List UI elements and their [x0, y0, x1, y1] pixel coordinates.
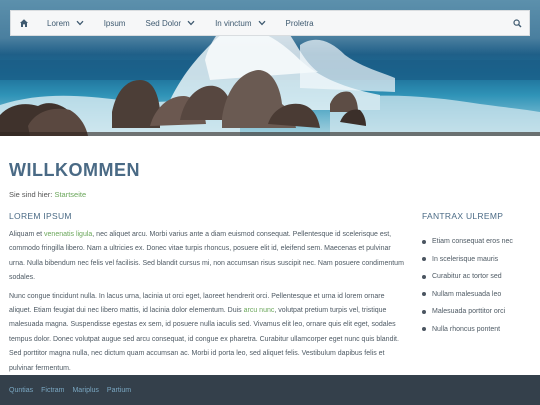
- paragraph-text: , volutpat pretium turpis vel, tristique…: [9, 307, 399, 372]
- nav-item-proletra[interactable]: Proletra: [276, 11, 324, 35]
- search-icon: [512, 18, 521, 27]
- bullet-icon: [422, 309, 426, 314]
- chevron-down-icon: [187, 20, 195, 26]
- nav-item-in-vinctum[interactable]: In vinctum: [205, 11, 275, 35]
- footer-link[interactable]: Mariplus: [72, 387, 98, 394]
- top-navigation: Lorem Ipsum Sed Dolor In vinctum Proletr…: [10, 10, 530, 36]
- paragraph-1: Aliquam et venenatis ligula, nec aliquet…: [9, 228, 404, 286]
- sidebar-list-item[interactable]: Malesuada porttitor orci: [422, 303, 537, 321]
- nav-item-lorem[interactable]: Lorem: [37, 11, 94, 35]
- nav-item-label: Lorem: [47, 18, 70, 28]
- breadcrumb-link-home[interactable]: Startseite: [54, 190, 86, 199]
- bullet-icon: [422, 257, 426, 262]
- footer-link[interactable]: Fictram: [41, 387, 64, 394]
- list-item-label: Malesuada porttitor orci: [432, 308, 506, 316]
- nav-item-label: Proletra: [285, 18, 314, 28]
- nav-item-sed-dolor[interactable]: Sed Dolor: [135, 11, 205, 35]
- sidebar-list-item[interactable]: Nullam malesuada leo: [422, 286, 537, 304]
- breadcrumb: Sie sind hier: Startseite: [9, 190, 86, 199]
- bullet-icon: [422, 327, 426, 332]
- search-button[interactable]: [505, 11, 529, 35]
- inline-link[interactable]: arcu nunc: [244, 307, 275, 314]
- sidebar-list-item[interactable]: Nulla rhoncus pontent: [422, 321, 537, 339]
- footer-link[interactable]: Quntias: [9, 387, 33, 394]
- paragraph-text: Aliquam et: [9, 231, 45, 238]
- nav-item-label: Ipsum: [103, 18, 126, 28]
- list-item-label: Etiam consequat eros nec: [432, 238, 513, 246]
- main-content: LOREM IPSUM Aliquam et venenatis ligula,…: [9, 211, 404, 380]
- nav-item-ipsum[interactable]: Ipsum: [94, 11, 136, 35]
- chevron-down-icon: [76, 20, 84, 26]
- sidebar: FANTRAX ULREMP Etiam consequat eros nec …: [422, 211, 537, 338]
- bullet-icon: [422, 292, 426, 297]
- inline-link[interactable]: venenatis ligula: [44, 231, 92, 238]
- footer: Quntias Fictram Mariplus Partium: [0, 375, 540, 405]
- home-icon: [20, 19, 28, 27]
- sidebar-list-item[interactable]: Etiam consequat eros nec: [422, 233, 537, 251]
- list-item-label: In scelerisque mauris: [432, 255, 499, 263]
- paragraph-text: , nec aliquet arcu. Morbi varius ante a …: [9, 231, 404, 282]
- bullet-icon: [422, 274, 426, 279]
- list-item-label: Nulla rhoncus pontent: [432, 325, 501, 333]
- list-item-label: Nullam malesuada leo: [432, 290, 502, 298]
- breadcrumb-prefix: Sie sind hier:: [9, 190, 53, 199]
- home-button[interactable]: [11, 11, 37, 35]
- sidebar-list-item[interactable]: In scelerisque mauris: [422, 251, 537, 269]
- sidebar-list-item[interactable]: Curabitur ac tortor sed: [422, 268, 537, 286]
- section-heading: LOREM IPSUM: [9, 211, 72, 221]
- list-item-label: Curabitur ac tortor sed: [432, 273, 502, 281]
- sidebar-heading: FANTRAX ULREMP: [422, 211, 504, 221]
- page-title: WILLKOMMEN: [9, 160, 140, 180]
- paragraph-2: Nunc congue tincidunt nulla. In lacus ur…: [9, 290, 404, 376]
- bullet-icon: [422, 239, 426, 244]
- chevron-down-icon: [258, 20, 266, 26]
- nav-item-label: Sed Dolor: [145, 18, 182, 28]
- nav-item-label: In vinctum: [215, 18, 252, 28]
- footer-link[interactable]: Partium: [107, 387, 131, 394]
- sidebar-list: Etiam consequat eros nec In scelerisque …: [422, 233, 537, 338]
